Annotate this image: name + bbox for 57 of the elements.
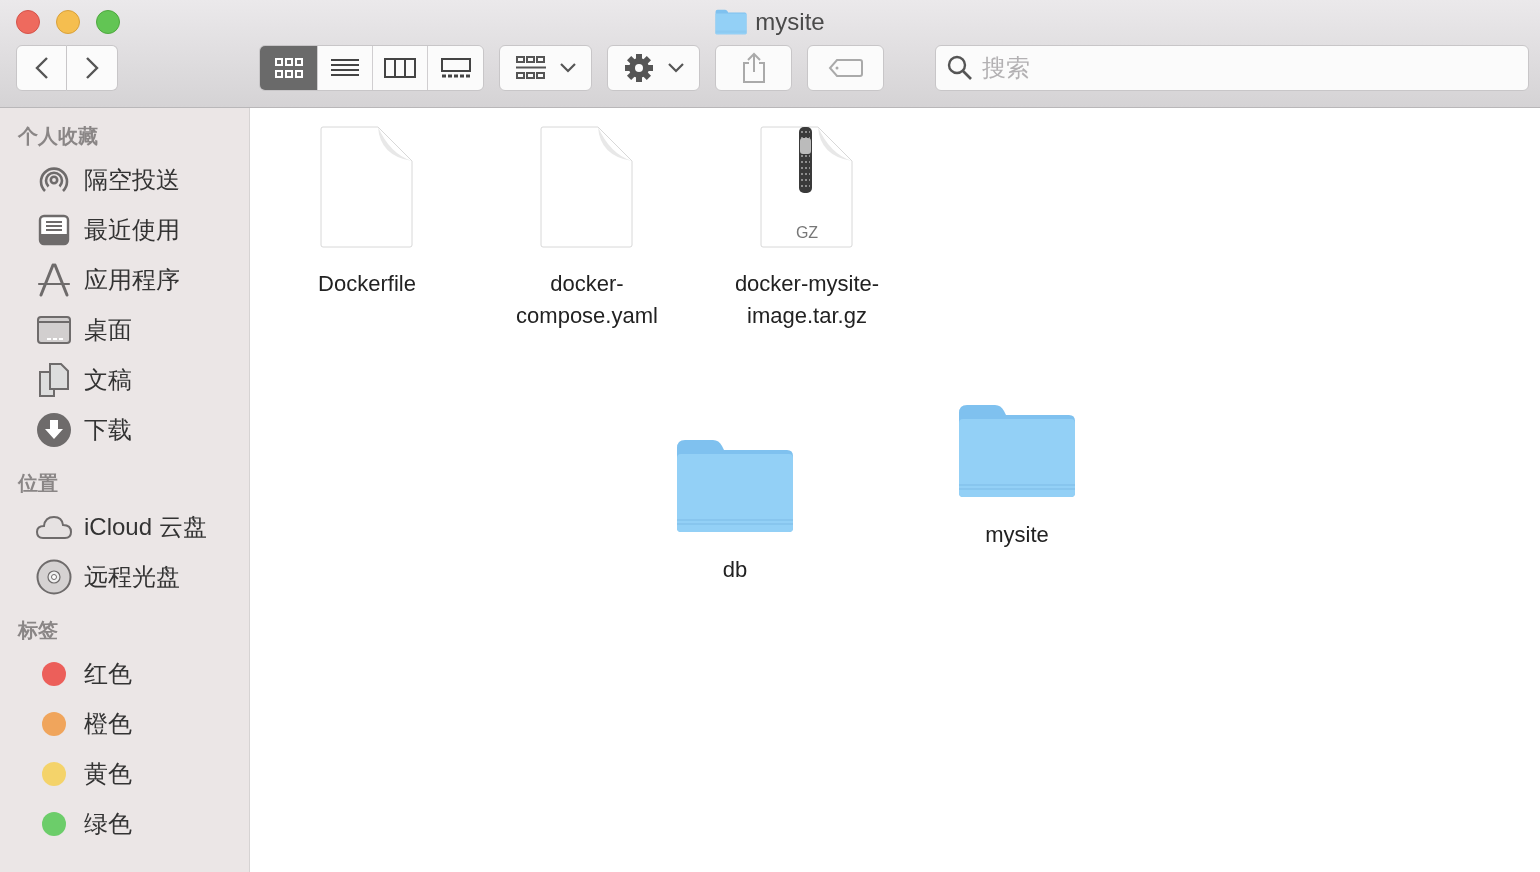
document-icon <box>320 126 414 248</box>
sidebar-item[interactable]: 最近使用 <box>84 214 180 246</box>
sidebar-item[interactable]: 文稿 <box>84 364 132 396</box>
caret-icon <box>667 63 684 73</box>
folder-icon <box>957 403 1077 499</box>
search-field[interactable]: 搜索 <box>935 45 1529 91</box>
columns-icon <box>384 58 416 78</box>
sidebar-item[interactable]: 远程光盘 <box>84 561 180 593</box>
list-icon <box>331 58 359 78</box>
caret-icon <box>559 63 576 73</box>
file-name[interactable]: docker-mysite-image.tar.gz <box>712 268 902 332</box>
desktop-icon <box>36 315 72 345</box>
file-name[interactable]: mysite <box>922 519 1112 551</box>
file-type-label: GZ <box>794 224 820 242</box>
file-name[interactable]: docker-compose.yaml <box>492 268 682 332</box>
view-mode-button[interactable] <box>373 46 428 90</box>
icon-grid-icon <box>274 58 303 78</box>
sidebar-item[interactable]: 红色 <box>84 658 132 690</box>
sidebar-item[interactable]: 桌面 <box>84 314 132 346</box>
file-name[interactable]: Dockerfile <box>272 268 462 300</box>
arrange-button[interactable] <box>499 45 592 91</box>
action-button[interactable] <box>607 45 700 91</box>
sidebar-item[interactable]: 下载 <box>84 414 132 446</box>
window-title: mysite <box>755 8 825 36</box>
sidebar-item[interactable]: 橙色 <box>84 708 132 740</box>
sidebar-heading: 个人收藏 <box>17 124 99 149</box>
back-button[interactable] <box>16 45 67 91</box>
inbox-tray-icon <box>36 214 72 246</box>
cloud-icon <box>35 514 73 540</box>
file-name[interactable]: db <box>640 554 830 586</box>
folder-icon <box>715 9 748 35</box>
sidebar-item[interactable]: 黄色 <box>84 758 132 790</box>
forward-button[interactable] <box>67 45 118 91</box>
view-mode-button[interactable] <box>318 46 373 90</box>
view-mode-button[interactable] <box>428 46 483 90</box>
disc-icon <box>36 559 72 595</box>
tag-icon <box>827 58 864 78</box>
gallery-icon <box>440 58 471 78</box>
gear-icon <box>623 53 654 83</box>
sidebar-item[interactable]: 隔空投送 <box>84 164 180 196</box>
compass-pencil-icon <box>36 262 72 298</box>
grid-icon <box>515 56 546 80</box>
document-icon <box>540 126 634 248</box>
zip-file-icon <box>760 126 854 248</box>
sidebar-item[interactable]: 绿色 <box>84 808 132 840</box>
chevron-left-icon <box>34 56 49 80</box>
download-icon <box>36 412 72 448</box>
sidebar-item[interactable]: iCloud 云盘 <box>84 511 207 543</box>
folder-icon <box>675 438 795 534</box>
close-button[interactable] <box>16 10 40 34</box>
share-icon <box>741 52 766 84</box>
sidebar-item[interactable]: 应用程序 <box>84 264 180 296</box>
sidebar-heading: 标签 <box>16 618 59 643</box>
documents-icon <box>38 362 70 398</box>
chevron-right-icon <box>85 56 99 80</box>
sidebar-heading: 位置 <box>17 471 59 496</box>
view-mode-button[interactable] <box>260 46 318 90</box>
